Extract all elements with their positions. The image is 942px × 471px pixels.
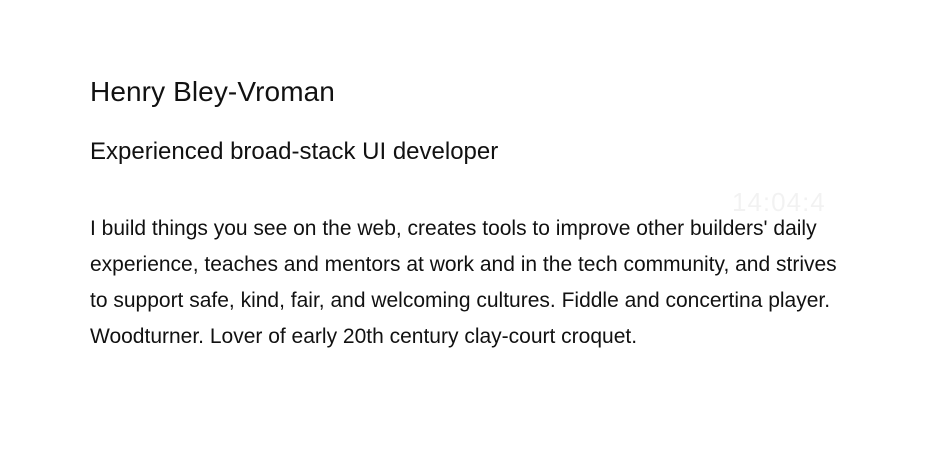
profile-name: Henry Bley-Vroman [90,76,335,107]
profile-bio: I build things you see on the web, creat… [90,217,837,348]
profile-tagline: Experienced broad-stack UI developer [90,138,499,165]
profile-page: Henry Bley-Vroman Experienced broad-stac… [0,0,942,471]
